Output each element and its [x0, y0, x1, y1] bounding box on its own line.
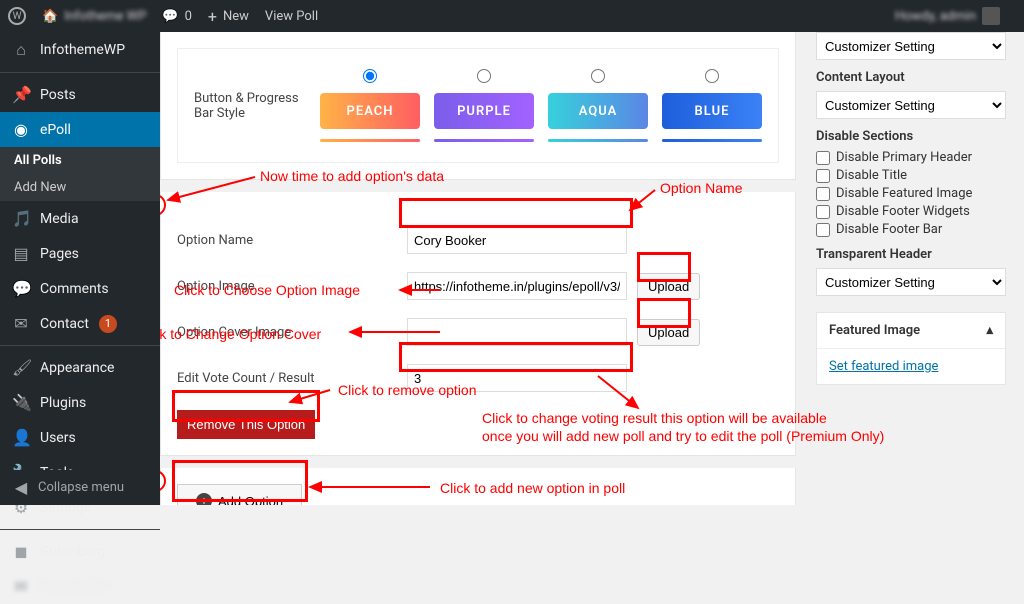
- contact-notif-badge: 1: [99, 315, 117, 333]
- chk-title[interactable]: [816, 169, 830, 183]
- main: Button & Progress Bar Style PEACH PURPLE…: [160, 32, 1024, 505]
- sidebar-item-users[interactable]: 👤Users: [0, 420, 160, 455]
- radio-aqua[interactable]: [591, 69, 605, 83]
- remove-option-button[interactable]: Remove This Option: [177, 410, 315, 439]
- gutenberg-icon: ◼: [12, 542, 30, 561]
- brush-icon: 🖌: [12, 358, 30, 377]
- my-account[interactable]: Howdy, admin: [895, 7, 1000, 25]
- style-label: Button & Progress Bar Style: [194, 91, 304, 121]
- poll-icon: ◉: [12, 120, 30, 139]
- page-icon: ▤: [12, 244, 30, 263]
- option-cover-input[interactable]: [407, 318, 627, 346]
- sidebar-item-pages[interactable]: ▤Pages: [0, 236, 160, 271]
- option-image-label: Option Image: [177, 279, 407, 294]
- plus-icon: +: [196, 493, 212, 505]
- style-option-peach[interactable]: PEACH: [320, 69, 420, 142]
- transparent-header-label: Transparent Header: [816, 247, 1006, 262]
- transparent-header-select[interactable]: Customizer Setting: [816, 268, 1006, 296]
- collapse-icon: ◀: [12, 478, 30, 497]
- style-option-aqua[interactable]: AQUA: [548, 69, 648, 142]
- pin-icon: 📌: [12, 85, 30, 104]
- content-layout-label: Content Layout: [816, 70, 1006, 85]
- radio-peach[interactable]: [363, 69, 377, 83]
- wp-logo[interactable]: W: [8, 7, 26, 25]
- sidebar-item-gutenberg[interactable]: ◼Gutenberg: [0, 534, 160, 569]
- admin-sidebar: ⌂InfothemeWP 📌Posts ◉ePoll All Polls Add…: [0, 32, 160, 505]
- radio-purple[interactable]: [477, 69, 491, 83]
- settings-sidebar: Customizer Setting Content Layout Custom…: [816, 32, 1024, 505]
- view-poll[interactable]: View Poll: [265, 9, 318, 24]
- home-icon: ⌂: [12, 40, 30, 60]
- add-option-button[interactable]: +Add Option: [177, 484, 302, 505]
- upload-cover-button[interactable]: Upload: [637, 319, 700, 346]
- option-panel: Option Name Option Image Upload Option C…: [160, 192, 796, 456]
- comments-bubble[interactable]: 💬0: [162, 9, 192, 24]
- sidebar-item-appearance[interactable]: 🖌Appearance: [0, 350, 160, 385]
- chk-footer-bar[interactable]: [816, 223, 830, 237]
- comments-icon: 💬: [12, 279, 30, 298]
- option-name-input[interactable]: [407, 226, 627, 254]
- user-icon: 👤: [12, 428, 30, 447]
- add-option-panel: +Add Option: [160, 468, 796, 505]
- sidebar-item-epoll[interactable]: ◉ePoll: [0, 112, 160, 147]
- plug-icon: 🔌: [12, 393, 30, 412]
- media-icon: 🎵: [12, 209, 30, 228]
- featured-image-header[interactable]: Featured Image▴: [817, 313, 1005, 349]
- disable-sections-label: Disable Sections: [816, 129, 1006, 144]
- set-featured-image-link[interactable]: Set featured image: [829, 359, 938, 374]
- sidebar-item-plugins[interactable]: 🔌Plugins: [0, 385, 160, 420]
- style-panel: Button & Progress Bar Style PEACH PURPLE…: [160, 32, 796, 180]
- chk-primary-header[interactable]: [816, 151, 830, 165]
- chk-featured-image[interactable]: [816, 187, 830, 201]
- vote-count-input[interactable]: [407, 364, 627, 392]
- smtp-icon: ✉: [12, 577, 30, 596]
- chk-footer-widgets[interactable]: [816, 205, 830, 219]
- featured-image-box: Featured Image▴ Set featured image: [816, 312, 1006, 385]
- avatar: [982, 7, 1000, 25]
- style-option-purple[interactable]: PURPLE: [434, 69, 534, 142]
- vote-count-label: Edit Vote Count / Result: [177, 371, 407, 386]
- option-name-label: Option Name: [177, 233, 407, 248]
- sidebar-item-post-smtp[interactable]: ✉Post SMTP: [0, 569, 160, 604]
- sidebar-item-posts[interactable]: 📌Posts: [0, 77, 160, 112]
- sidebar-item-contact[interactable]: ✉Contact1: [0, 306, 160, 341]
- sidebar-sub-all-polls[interactable]: All Polls: [0, 147, 160, 174]
- sidebar-submenu-epoll: All Polls Add New: [0, 147, 160, 201]
- adminbar: W 🏠Infotheme WP 💬0 +New View Poll Howdy,…: [0, 0, 1024, 32]
- mail-icon: ✉: [12, 314, 30, 333]
- option-cover-label: Option Cover Image: [177, 325, 407, 340]
- option-image-input[interactable]: [407, 272, 627, 300]
- sidebar-item-comments[interactable]: 💬Comments: [0, 271, 160, 306]
- sidebar-item-media[interactable]: 🎵Media: [0, 201, 160, 236]
- sidebar-item-dashboard[interactable]: ⌂InfothemeWP: [0, 32, 160, 68]
- upload-image-button[interactable]: Upload: [637, 273, 700, 300]
- sidebar-sub-add-new[interactable]: Add New: [0, 174, 160, 201]
- collapse-menu[interactable]: ◀Collapse menu: [0, 470, 160, 505]
- content-layout-select[interactable]: Customizer Setting: [816, 91, 1006, 119]
- site-name[interactable]: 🏠Infotheme WP: [42, 9, 146, 24]
- customizer-select-1[interactable]: Customizer Setting: [816, 32, 1006, 60]
- toggle-icon: ▴: [986, 323, 993, 338]
- new-content[interactable]: +New: [208, 7, 249, 26]
- radio-blue[interactable]: [705, 69, 719, 83]
- style-option-blue[interactable]: BLUE: [662, 69, 762, 142]
